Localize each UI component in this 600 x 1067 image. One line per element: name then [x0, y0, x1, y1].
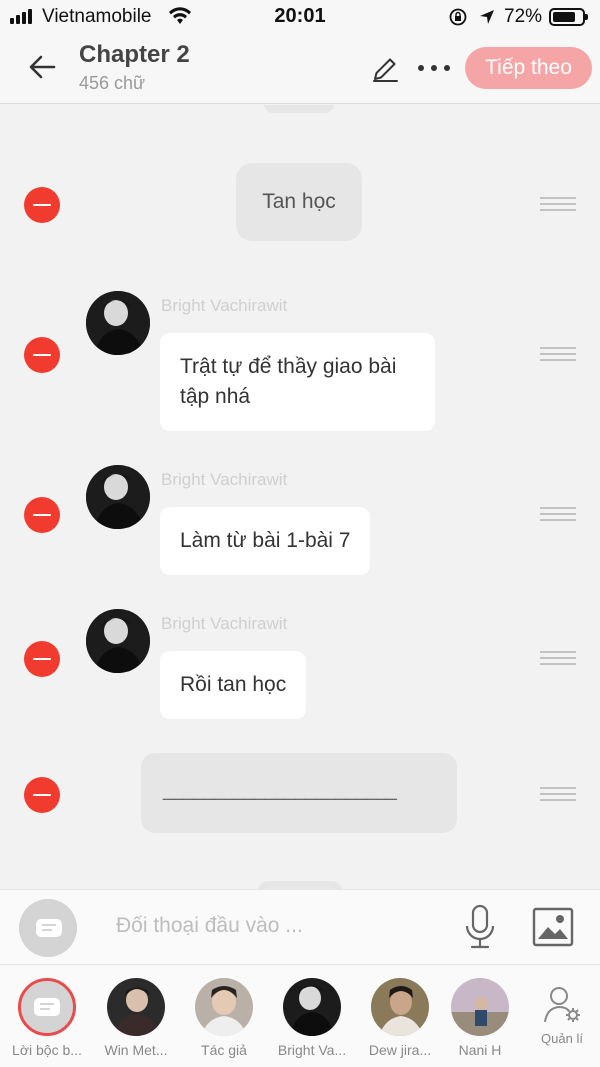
narration-text: _______________________: [163, 779, 397, 801]
character-label: Tác giả: [201, 1042, 247, 1058]
word-count: 456 chữ: [79, 73, 146, 93]
drag-handle-icon[interactable]: [540, 651, 576, 667]
editor-header: Chapter 2 456 chữ Tiếp theo: [0, 34, 600, 104]
character-label: Lời bộc b...: [12, 1042, 82, 1058]
character-item[interactable]: Bright Va...: [270, 978, 354, 1058]
battery-percent: 72%: [504, 6, 543, 27]
chat-editor[interactable]: Tan học Bright Vachirawit Trật tự để thầ…: [0, 105, 600, 889]
back-arrow-icon[interactable]: [26, 50, 60, 84]
user-settings-icon: [544, 987, 580, 1023]
delete-button[interactable]: [24, 777, 60, 813]
drag-handle-icon[interactable]: [540, 347, 576, 363]
battery-icon: [549, 8, 588, 26]
narration-icon: [36, 919, 62, 937]
character-item[interactable]: Nani H: [438, 978, 522, 1058]
character-label: Bright Va...: [277, 1042, 347, 1058]
narration-avatar: [18, 978, 76, 1036]
avatar: [195, 978, 253, 1036]
avatar: [371, 978, 429, 1036]
location-icon: [480, 10, 494, 24]
previous-block-edge: [264, 105, 334, 113]
avatar: [86, 465, 150, 529]
avatar: [283, 978, 341, 1036]
character-bar: Lời bộc b... Win Met... Tác giả Bright V…: [0, 966, 600, 1067]
narration-block[interactable]: Tan học: [236, 163, 362, 241]
narration-icon: [34, 998, 60, 1016]
manage-characters-button[interactable]: Quản lí: [534, 984, 590, 1046]
manage-label: Quản lí: [541, 1031, 583, 1046]
message-bubble[interactable]: Rồi tan học: [160, 651, 307, 719]
character-label: Nani H: [458, 1042, 502, 1058]
character-item[interactable]: Tác giả: [182, 978, 266, 1058]
avatar: [451, 978, 509, 1036]
character-item-narration[interactable]: Lời bộc b...: [5, 978, 89, 1058]
next-button[interactable]: Tiếp theo: [465, 47, 592, 89]
character-label: Dew jira...: [368, 1042, 432, 1058]
next-block-edge: [258, 881, 342, 889]
image-icon[interactable]: [532, 907, 574, 947]
delete-button[interactable]: [24, 337, 60, 373]
pencil-icon[interactable]: [370, 54, 400, 84]
narration-block[interactable]: _______________________: [141, 753, 457, 833]
delete-button[interactable]: [24, 497, 60, 533]
input-bar: Đối thoại đầu vào ...: [0, 889, 600, 965]
message-bubble[interactable]: Trật tự để thầy giao bài tập nhá: [160, 333, 435, 431]
character-name: Bright Vachirawit: [161, 614, 288, 633]
message-bubble[interactable]: Làm từ bài 1-bài 7: [160, 507, 371, 575]
dialogue-input[interactable]: Đối thoại đầu vào ...: [116, 914, 303, 938]
rotation-lock-icon: [449, 8, 467, 26]
avatar: [86, 291, 150, 355]
chapter-title[interactable]: Chapter 2: [79, 41, 190, 69]
microphone-icon[interactable]: [462, 904, 498, 950]
character-item[interactable]: Win Met...: [94, 978, 178, 1058]
more-options-icon[interactable]: [416, 56, 452, 80]
drag-handle-icon[interactable]: [540, 507, 576, 523]
status-bar: Vietnamobile 20:01 72%: [0, 0, 600, 34]
narration-toggle-button[interactable]: [19, 899, 77, 957]
drag-handle-icon[interactable]: [540, 197, 576, 213]
character-label: Win Met...: [104, 1042, 168, 1058]
drag-handle-icon[interactable]: [540, 787, 576, 803]
avatar: [107, 978, 165, 1036]
character-name: Bright Vachirawit: [161, 296, 288, 315]
character-item[interactable]: Dew jira...: [358, 978, 442, 1058]
delete-button[interactable]: [24, 641, 60, 677]
character-name: Bright Vachirawit: [161, 470, 288, 489]
avatar: [86, 609, 150, 673]
delete-button[interactable]: [24, 187, 60, 223]
